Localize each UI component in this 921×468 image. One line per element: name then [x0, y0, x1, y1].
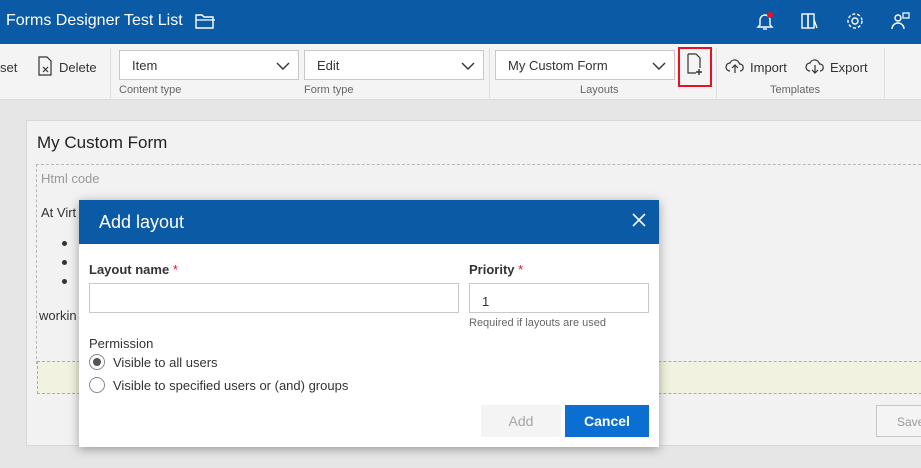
- divider: [884, 48, 885, 98]
- required-mark: *: [518, 262, 524, 277]
- bullet: [62, 279, 67, 284]
- add-button[interactable]: Add: [481, 405, 561, 437]
- chevron-down-icon: [652, 59, 666, 74]
- html-text: workin: [39, 308, 77, 323]
- layouts-label: Layouts: [580, 84, 619, 96]
- priority-label: Priority *: [469, 262, 523, 277]
- chevron-down-icon: [276, 59, 290, 74]
- required-mark: *: [172, 262, 178, 277]
- layout-name-input[interactable]: [89, 283, 459, 313]
- cloud-upload-icon: [725, 58, 750, 77]
- radio-visible-specified-label: Visible to specified users or (and) grou…: [113, 377, 349, 393]
- delete-button[interactable]: Delete: [36, 55, 97, 79]
- add-label: Add: [508, 413, 534, 429]
- folder-icon[interactable]: [194, 11, 216, 34]
- divider: [110, 48, 111, 98]
- radio-visible-all-label: Visible to all users: [113, 354, 218, 370]
- divider: [716, 48, 717, 98]
- ribbon-toolbar: set Delete Item Content type Edit Form t…: [0, 44, 921, 100]
- export-button[interactable]: Export: [805, 56, 868, 78]
- save-label: Save: [897, 415, 921, 429]
- cancel-button[interactable]: Cancel: [565, 405, 649, 437]
- layout-name-label: Layout name *: [89, 262, 178, 277]
- title-bar: Forms Designer Test List: [0, 0, 921, 44]
- close-icon[interactable]: [627, 208, 651, 232]
- reset-button[interactable]: set: [0, 56, 17, 78]
- content-type-select[interactable]: Item: [119, 50, 299, 80]
- delete-doc-icon: [36, 55, 59, 79]
- gear-icon[interactable]: [843, 9, 867, 33]
- form-type-select[interactable]: Edit: [304, 50, 484, 80]
- permission-label: Permission: [89, 336, 154, 351]
- cloud-download-icon: [805, 58, 830, 77]
- form-title: My Custom Form: [37, 133, 168, 152]
- layout-name-label-text: Layout name: [89, 262, 170, 277]
- save-button[interactable]: Save: [876, 405, 921, 437]
- dialog-title: Add layout: [99, 212, 185, 232]
- cancel-label: Cancel: [584, 413, 630, 429]
- layouts-select[interactable]: My Custom Form: [495, 50, 675, 80]
- priority-hint: Required if layouts are used: [469, 317, 606, 329]
- import-label: Import: [750, 59, 787, 75]
- feedback-icon[interactable]: [888, 9, 912, 33]
- html-label: Html code: [41, 171, 100, 186]
- add-layout-dialog: Add layout Layout name * Priority * Requ…: [79, 200, 659, 447]
- reset-label: set: [0, 59, 18, 75]
- priority-input[interactable]: [469, 283, 649, 313]
- library-icon[interactable]: [798, 9, 822, 33]
- layouts-value: My Custom Form: [508, 58, 608, 73]
- dialog-header: Add layout: [79, 200, 659, 244]
- divider: [489, 48, 490, 98]
- content-type-label: Content type: [119, 84, 182, 96]
- import-button[interactable]: Import: [725, 56, 787, 78]
- bell-icon[interactable]: [753, 9, 777, 33]
- bullet: [62, 241, 67, 246]
- radio-unselected[interactable]: [89, 377, 105, 393]
- delete-label: Delete: [59, 59, 97, 75]
- radio-selected[interactable]: [89, 354, 105, 370]
- radio-visible-all[interactable]: Visible to all users: [89, 354, 218, 370]
- content-type-value: Item: [132, 58, 158, 73]
- html-text: At Virt: [41, 205, 77, 220]
- templates-label: Templates: [770, 84, 821, 96]
- form-type-value: Edit: [317, 58, 340, 73]
- bullet: [62, 260, 67, 265]
- list-title: Forms Designer Test List: [6, 12, 183, 29]
- export-label: Export: [830, 59, 868, 75]
- radio-visible-specified[interactable]: Visible to specified users or (and) grou…: [89, 377, 348, 393]
- chevron-down-icon: [461, 59, 475, 74]
- form-type-label: Form type: [304, 84, 354, 96]
- priority-label-text: Priority: [469, 262, 515, 277]
- add-layout-highlight: [678, 47, 712, 87]
